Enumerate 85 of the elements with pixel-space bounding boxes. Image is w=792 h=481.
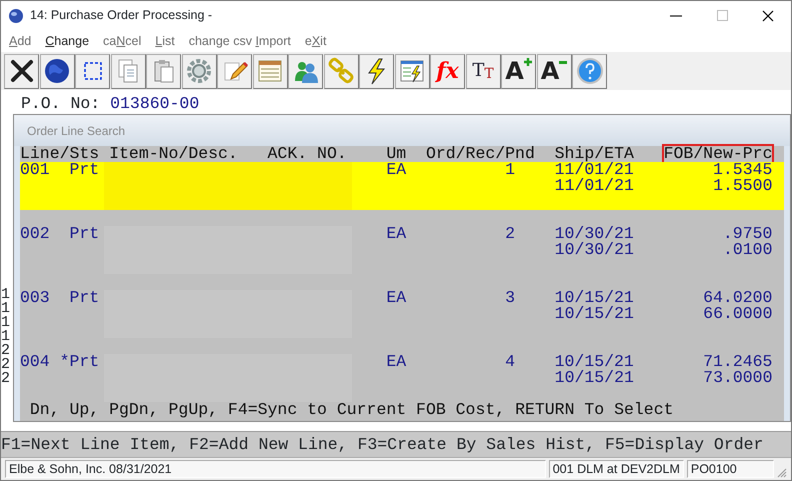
order-line-row[interactable]: 001 Prt EA 1 11/01/21 1.5345 11/01/21 1.5500 [20,162,784,210]
ship-date: 10/15/21 [554,354,635,370]
terminal-digit: 1 [1,316,10,330]
increase-font-button[interactable]: A [501,54,536,88]
fob-price: 73.0000 [702,370,772,386]
form-button[interactable] [252,54,288,88]
status-panel: Elbe & Sohn, Inc. 08/31/2021 [5,460,546,478]
terminal-digit: 1 [1,302,10,316]
fob-price: .0100 [722,242,772,258]
help-button[interactable] [572,54,607,88]
ship-date: 10/15/21 [554,306,635,322]
column-header: Um [386,146,408,162]
fob-price: 66.0000 [702,306,772,322]
globe-icon [43,57,71,85]
settings-icon [185,57,213,85]
paste-button[interactable] [146,54,181,88]
terminal-digit: 2 [1,372,10,386]
decrease-font-button[interactable]: A [536,54,572,88]
line-number: 003 [20,290,51,306]
po-number-value: 013860-00 [110,96,200,112]
ship-date: 10/15/21 [554,290,635,306]
po-number-label: P.O. No: [21,96,100,112]
globe-button[interactable] [40,54,74,88]
users-button[interactable] [288,54,323,88]
minimize-icon [670,14,682,16]
plus-icon [524,58,532,66]
terminal-digit: 1 [1,330,10,344]
status-panel: PO0100 [686,460,774,478]
unit-of-measure: EA [386,354,408,370]
terminal-digit: 2 [1,344,10,358]
maximize-icon [716,10,728,21]
close-button[interactable] [4,54,39,88]
line-status: Prt [68,290,100,306]
resize-grip-icon[interactable] [777,468,787,478]
ship-date: 10/30/21 [554,242,635,258]
column-header: Ord/Rec/Pnd [426,146,536,162]
minus-icon [559,60,568,64]
column-header: ACK. NO. [268,146,348,162]
unit-of-measure: EA [386,226,408,242]
dialog-title: Order Line Search [14,115,790,146]
terminal-digit: 2 [1,358,10,372]
fob-price: 1.5500 [712,178,772,194]
menu-item[interactable]: Change [45,32,90,50]
lightning-button[interactable] [359,54,394,88]
window-title: 14: Purchase Order Processing - [30,7,212,24]
line-number: 001 [20,162,51,178]
unit-of-measure: EA [386,162,408,178]
app-icon [8,8,24,24]
line-status: *Prt [60,354,100,370]
line-status: Prt [68,162,100,178]
fob-price: 1.5345 [712,162,772,178]
settings-button[interactable] [182,54,216,88]
order-line-row[interactable]: 004 *Prt EA 4 10/15/21 71.2465 10/15/21 73.0000 [20,354,784,402]
function-button[interactable]: fx [430,54,465,88]
pencil-edit-button[interactable] [217,54,252,88]
status-panel: 001 DLM at DEV2DLM [548,460,684,478]
ship-date: 10/15/21 [554,370,635,386]
lightning-document-button[interactable] [394,54,430,88]
copy-button[interactable] [110,54,146,88]
unit-of-measure: EA [386,290,408,306]
ship-date: 10/30/21 [554,226,635,242]
line-number: 004 [20,354,51,370]
close-icon [762,10,774,22]
order-quantity: 1 [504,162,516,178]
column-header: Line/Sts [20,146,100,162]
order-quantity: 2 [504,226,516,242]
chain-link-button[interactable] [324,54,358,88]
ship-date: 11/01/21 [554,178,635,194]
ship-date: 11/01/21 [554,162,635,178]
fob-price: 71.2465 [702,354,772,370]
order-quantity: 4 [504,354,516,370]
column-header: Item-No/Desc. [109,146,239,162]
key-hint: Dn, Up, PgDn, PgUp, F4=Sync to Current FOB Cost, RETURN To Select [28,402,674,418]
terminal-digit: 1 [1,288,10,302]
function-key-bar: F1=Next Line Item, F2=Add New Line, F3=Create By Sales Hist, F5=Display Order [1,431,791,457]
selection-button[interactable] [75,54,110,88]
line-number: 002 [20,226,51,242]
help-icon [576,57,604,85]
column-header: Ship/ETA [554,146,635,162]
line-status: Prt [68,226,100,242]
order-quantity: 3 [504,290,516,306]
fob-price: .9750 [722,226,772,242]
chain-link-icon [327,57,355,85]
column-header: FOB/New-Prc [664,146,772,162]
fob-price: 64.0200 [702,290,772,306]
